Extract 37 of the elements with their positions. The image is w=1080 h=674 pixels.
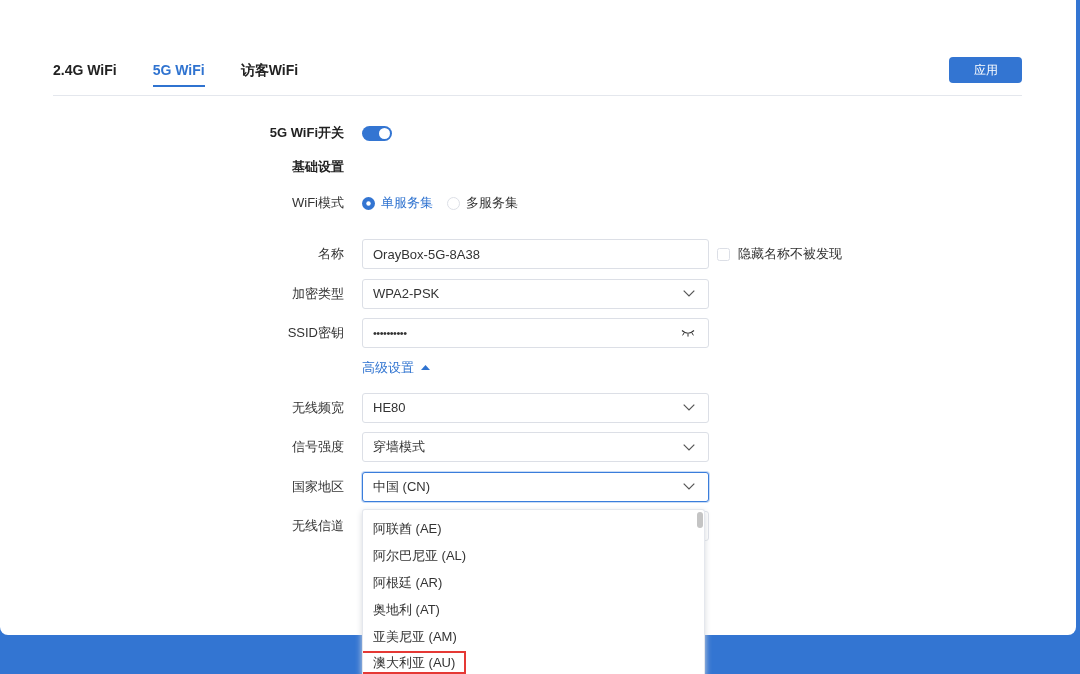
eye-closed-icon bbox=[681, 329, 695, 337]
field-label: WiFi模式 bbox=[291, 194, 344, 212]
radio-option[interactable]: 多服务集 bbox=[447, 195, 518, 211]
field-label: SSID密钥 bbox=[286, 324, 344, 342]
chevron-down-icon bbox=[683, 404, 695, 411]
advanced-settings-link[interactable]: 高级设置 bbox=[362, 357, 430, 378]
field-label: 加密类型 bbox=[291, 284, 344, 303]
toggle-switch[interactable] bbox=[362, 125, 392, 141]
dropdown-option[interactable]: 阿根廷 (AR) bbox=[363, 568, 704, 596]
field-label: 名称 bbox=[317, 245, 344, 263]
dropdown-option[interactable]: 亚美尼亚 (AM) bbox=[363, 622, 704, 650]
select-field[interactable]: WPA2-PSK bbox=[362, 278, 709, 309]
field-label: 5G WiFi开关 bbox=[268, 124, 344, 142]
chevron-down-icon bbox=[683, 290, 695, 297]
apply-button[interactable]: 应用 bbox=[949, 57, 1022, 83]
field-label: 无线频宽 bbox=[291, 398, 344, 417]
select-field[interactable]: 中国 (CN) bbox=[362, 471, 709, 502]
dropdown-option[interactable]: 阿联酋 (AE) bbox=[363, 514, 704, 542]
select-field[interactable]: HE80 bbox=[362, 392, 709, 423]
tab[interactable]: 访客WiFi bbox=[240, 57, 299, 87]
scrollbar-thumb[interactable] bbox=[697, 511, 703, 528]
checkbox-option[interactable]: 隐藏名称不被发现 bbox=[717, 246, 842, 262]
password-field[interactable]: •••••••••• bbox=[362, 318, 709, 348]
section-heading: 基础设置 bbox=[291, 158, 344, 176]
input-field[interactable]: OrayBox-5G-8A38 bbox=[362, 239, 709, 269]
dropdown-option[interactable]: 阿尔巴尼亚 (AL) bbox=[363, 541, 704, 569]
dropdown-option[interactable]: 澳大利亚 (AU) bbox=[363, 650, 467, 674]
field-label: 国家地区 bbox=[291, 477, 344, 496]
tab[interactable]: 2.4G WiFi bbox=[53, 57, 117, 87]
dropdown-option[interactable]: 奥地利 (AT) bbox=[363, 595, 704, 623]
select-field[interactable]: 穿墙模式 bbox=[362, 432, 709, 462]
field-label: 信号强度 bbox=[291, 438, 344, 456]
tab[interactable]: 5G WiFi bbox=[152, 57, 205, 87]
radio-option[interactable]: 单服务集 bbox=[362, 195, 433, 211]
chevron-down-icon bbox=[683, 443, 695, 451]
chevron-down-icon bbox=[683, 483, 695, 490]
field-label: 无线信道 bbox=[291, 517, 344, 535]
